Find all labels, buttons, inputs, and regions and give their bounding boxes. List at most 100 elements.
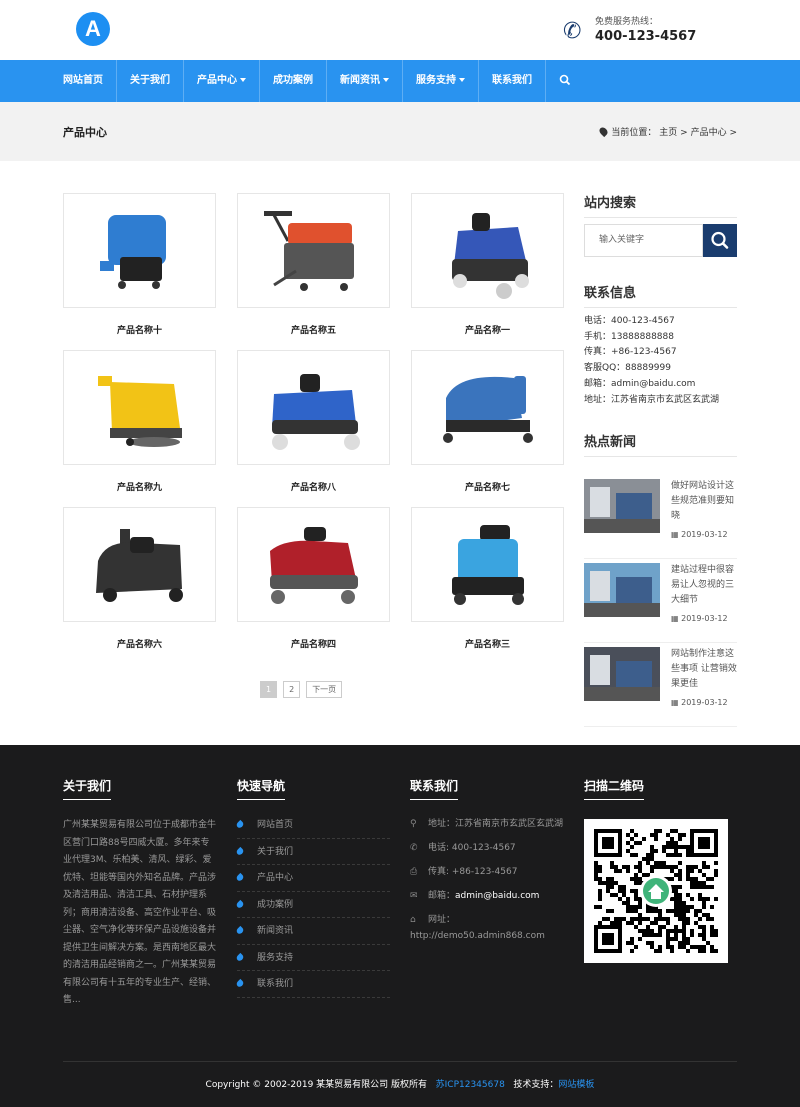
news-title[interactable]: 做好网站设计这些规范准则要知晓 (671, 479, 737, 524)
product-image[interactable] (237, 350, 390, 465)
product-image[interactable] (237, 193, 390, 308)
nav-item-label: 网站首页 (63, 75, 103, 86)
nav-item-3[interactable]: 成功案例 (260, 60, 327, 102)
product-image[interactable] (411, 507, 564, 622)
news-date: ▦ 2019-03-12 (671, 530, 728, 539)
product-image[interactable] (411, 193, 564, 308)
droplet-icon (235, 952, 245, 962)
home-icon: ⌂ (410, 915, 416, 925)
news-item[interactable]: 做好网站设计这些规范准则要知晓 ▦ 2019-03-12 (584, 479, 737, 559)
footer-address-text: 地址：江苏省南京市玄武区玄武湖 (428, 819, 564, 829)
footer-about-title: 关于我们 (63, 777, 112, 800)
search-box: 输入关键字 (584, 224, 737, 257)
footer-web: ⌂ 网址： http://demo50.admin868.com (410, 912, 563, 944)
nav-item-1[interactable]: 关于我们 (117, 60, 184, 102)
product-name[interactable]: 产品名称八 (237, 480, 390, 493)
footer-nav-item[interactable]: 联系我们 (235, 971, 390, 998)
product-card[interactable]: 产品名称六 (63, 507, 216, 650)
calendar-icon: ▦ (671, 530, 682, 539)
product-card[interactable]: 产品名称一 (411, 193, 564, 336)
footer-nav-item[interactable]: 网站首页 (235, 812, 390, 839)
footer-nav-item[interactable]: 关于我们 (235, 839, 390, 865)
hotline-number: 400-123-4567 (595, 29, 697, 44)
footer-email-label: 邮箱： (428, 891, 456, 901)
breadcrumb-current[interactable]: 产品中心 (691, 128, 727, 138)
product-card[interactable]: 产品名称十 (63, 193, 216, 336)
breadcrumb-prefix: 当前位置： (611, 128, 657, 138)
footer-nav-item[interactable]: 产品中心 (235, 865, 390, 892)
map-pin-icon: ⚲ (410, 819, 417, 829)
droplet-icon (235, 925, 245, 936)
page-2-button[interactable]: 2 (283, 681, 301, 698)
product-image[interactable] (411, 350, 564, 465)
breadcrumb: 当前位置： 主页 > 产品中心 > (598, 125, 737, 138)
footer-nav-item[interactable]: 新闻资讯 (235, 918, 390, 945)
product-image[interactable] (63, 350, 216, 465)
product-name[interactable]: 产品名称一 (411, 323, 564, 336)
support-label: 技术支持： (513, 1080, 559, 1090)
product-name[interactable]: 产品名称六 (63, 637, 216, 650)
news-item[interactable]: 建站过程中很容易让人忽视的三大细节 ▦ 2019-03-12 (584, 563, 737, 643)
search-icon (559, 74, 571, 86)
news-thumbnail[interactable] (584, 647, 660, 701)
qr-code (584, 819, 728, 963)
icp-link[interactable]: 苏ICP12345678 (436, 1080, 505, 1090)
contact-info: 电话：400-123-4567 手机：13888888888 传真：+86-123-… (584, 314, 719, 408)
nav-item-6[interactable]: 联系我们 (479, 60, 546, 102)
contact-line: 手机：13888888888 (584, 331, 674, 342)
footer-nav-item[interactable]: 成功案例 (235, 892, 390, 918)
search-input[interactable]: 输入关键字 (584, 224, 703, 257)
floor-scrubber-image (269, 526, 358, 604)
news-thumbnail[interactable] (584, 563, 660, 617)
product-card[interactable]: 产品名称八 (237, 350, 390, 493)
product-name[interactable]: 产品名称十 (63, 323, 216, 336)
search-button[interactable] (703, 224, 737, 257)
product-image[interactable] (237, 507, 390, 622)
footer-nav-item[interactable]: 服务支持 (235, 945, 390, 971)
breadcrumb-home[interactable]: 主页 (659, 128, 677, 138)
site-logo[interactable]: A (76, 12, 110, 46)
footer-contact-list: ⚲ 地址：江苏省南京市玄武区玄武湖 ✆ 电话: 400-123-4567 ⎙ 传真: … (410, 816, 563, 944)
nav-item-2[interactable]: 产品中心 (184, 60, 260, 102)
search-icon (711, 231, 729, 249)
site-header: A ✆ 免费服务热线： 400-123-4567 (0, 0, 800, 60)
product-image[interactable] (63, 507, 216, 622)
product-image[interactable] (63, 193, 216, 308)
news-title: 热点新闻 (584, 431, 737, 457)
nav-item-label: 服务支持 (416, 75, 456, 86)
nav-item-5[interactable]: 服务支持 (403, 60, 479, 102)
product-card[interactable]: 产品名称九 (63, 350, 216, 493)
pagination: 1 2 下一页 (260, 681, 348, 698)
footer-quicknav-list: 网站首页 关于我们 产品中心 成功案例 新闻资讯 服务支持 联系我们 (235, 812, 390, 998)
product-name[interactable]: 产品名称五 (237, 323, 390, 336)
product-card[interactable]: 产品名称七 (411, 350, 564, 493)
support-link[interactable]: 网站模板 (558, 1080, 594, 1090)
nav-search-button[interactable] (546, 60, 584, 102)
product-name[interactable]: 产品名称三 (411, 637, 564, 650)
main-nav: 网站首页 关于我们 产品中心 成功案例 新闻资讯 服务支持 联系我们 (0, 60, 800, 102)
news-title[interactable]: 网站制作注意这些事项 让营销效果更佳 (671, 647, 737, 692)
product-name[interactable]: 产品名称九 (63, 480, 216, 493)
news-date: ▦ 2019-03-12 (671, 614, 728, 623)
news-item[interactable]: 网站制作注意这些事项 让营销效果更佳 ▦ 2019-03-12 (584, 647, 737, 727)
product-name[interactable]: 产品名称七 (411, 480, 564, 493)
nav-item-0[interactable]: 网站首页 (50, 60, 117, 102)
product-card[interactable]: 产品名称四 (237, 507, 390, 650)
product-card[interactable]: 产品名称五 (237, 193, 390, 336)
product-card[interactable]: 产品名称三 (411, 507, 564, 650)
sidebar: 站内搜索 输入关键字 联系信息 电话：400-123-4567 手机：138888… (584, 192, 737, 727)
droplet-icon (235, 978, 245, 989)
floor-scrubber-image (97, 375, 182, 447)
nav-list: 网站首页 关于我们 产品中心 成功案例 新闻资讯 服务支持 联系我们 (50, 60, 584, 102)
news-title[interactable]: 建站过程中很容易让人忽视的三大细节 (671, 563, 737, 608)
footer-web-link[interactable]: http://demo50.admin868.com (410, 931, 545, 941)
page-1-button[interactable]: 1 (260, 681, 278, 698)
nav-item-4[interactable]: 新闻资讯 (327, 60, 403, 102)
next-page-button[interactable]: 下一页 (306, 681, 343, 698)
footer-phone: ✆ 电话: 400-123-4567 (410, 840, 563, 856)
footer-about-text: 广州某某贸易有限公司位于成都市金牛区营门口路88号四威大厦。多年来专业代理3M、… (63, 820, 217, 1005)
product-name[interactable]: 产品名称四 (237, 637, 390, 650)
footer-email-link[interactable]: admin@baidu.com (455, 891, 539, 901)
news-thumbnail[interactable] (584, 479, 660, 533)
footer-contact: 联系我们 ⚲ 地址：江苏省南京市玄武区玄武湖 ✆ 电话: 400-123-4567 … (410, 775, 563, 952)
